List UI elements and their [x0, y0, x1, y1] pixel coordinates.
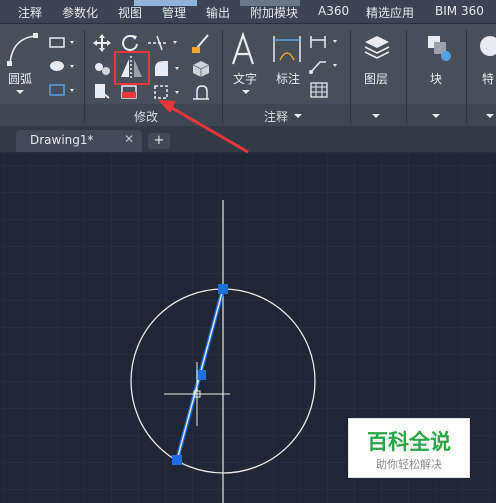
watermark-subtitle: 助你轻松解决	[376, 458, 442, 471]
watermark-title: 百科全说	[367, 430, 451, 454]
watermark-logo: 百科全说 助你轻松解决	[348, 418, 470, 478]
